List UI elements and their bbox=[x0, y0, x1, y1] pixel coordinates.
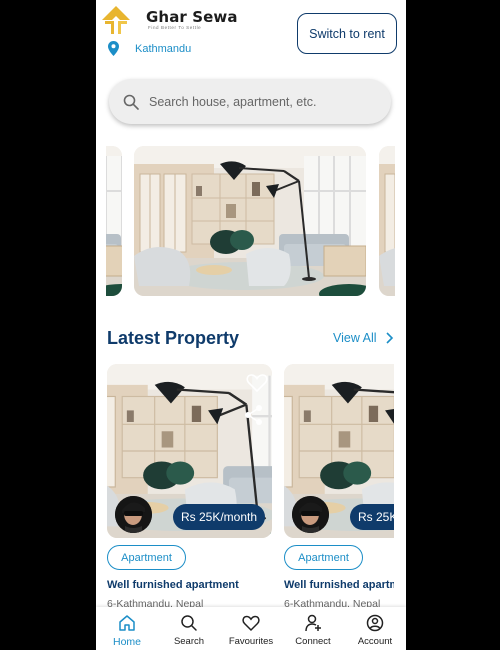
nav-label-connect: Connect bbox=[295, 636, 331, 647]
brand-name: Ghar Sewa bbox=[146, 8, 238, 26]
favourite-heart-icon[interactable] bbox=[246, 373, 268, 393]
price-badge: Rs 25K/month bbox=[173, 504, 266, 530]
nav-label-search: Search bbox=[173, 636, 205, 647]
carousel-slide-current[interactable] bbox=[134, 146, 366, 296]
ghar-sewa-logo-icon bbox=[102, 6, 130, 34]
switch-to-rent-button[interactable]: Switch to rent bbox=[297, 13, 397, 54]
section-title: Latest Property bbox=[107, 328, 240, 348]
home-icon bbox=[119, 615, 135, 631]
brand: Ghar Sewa Find Better To Settle bbox=[146, 8, 238, 30]
carousel-slide-next[interactable] bbox=[379, 146, 395, 296]
nav-item-search[interactable]: Search bbox=[158, 607, 220, 650]
owner-avatar[interactable] bbox=[115, 496, 152, 533]
search-bar[interactable] bbox=[109, 79, 391, 124]
share-icon[interactable] bbox=[244, 404, 264, 426]
location-pin-icon bbox=[108, 41, 119, 56]
nav-label-account: Account bbox=[357, 636, 393, 647]
chevron-right-icon bbox=[385, 332, 393, 344]
nav-item-account[interactable]: Account bbox=[344, 607, 406, 650]
property-type-chip[interactable]: Apartment bbox=[107, 545, 186, 570]
view-all-label: View All bbox=[333, 331, 377, 345]
price-badge: Rs 25K/month bbox=[350, 504, 394, 530]
heart-icon bbox=[242, 615, 260, 632]
location-label: Kathmandu bbox=[135, 42, 192, 55]
nav-item-favourites[interactable]: Favourites bbox=[220, 607, 282, 650]
property-type-chip[interactable]: Apartment bbox=[284, 545, 363, 570]
property-image[interactable]: Rs 25K/month bbox=[107, 364, 272, 538]
featured-carousel[interactable] bbox=[96, 146, 406, 296]
property-image[interactable]: Rs 25K/month bbox=[284, 364, 394, 538]
property-card[interactable]: Rs 25K/month Apartment Well furnished ap… bbox=[107, 364, 272, 610]
nav-item-home[interactable]: Home bbox=[96, 607, 158, 650]
room-photo bbox=[134, 146, 366, 296]
nav-label-home: Home bbox=[112, 636, 141, 648]
bottom-navigation: Home Search Favourites Connect Account bbox=[96, 607, 406, 650]
carousel-slide-previous[interactable] bbox=[106, 146, 122, 296]
property-card[interactable]: Rs 25K/month Apartment Well furnished ap… bbox=[284, 364, 406, 610]
location-selector[interactable]: Kathmandu bbox=[108, 41, 191, 56]
nav-item-connect[interactable]: Connect bbox=[282, 607, 344, 650]
account-icon bbox=[366, 614, 384, 632]
search-input[interactable] bbox=[149, 94, 369, 109]
search-icon bbox=[181, 615, 197, 631]
add-person-icon bbox=[305, 614, 321, 632]
property-title: Well furnished apartment bbox=[107, 579, 239, 591]
property-title: Well furnished apartment bbox=[284, 579, 394, 591]
app-screen: Ghar Sewa Find Better To Settle Switch t… bbox=[96, 0, 406, 650]
search-icon bbox=[123, 94, 139, 110]
view-all-link[interactable]: View All bbox=[333, 331, 394, 345]
nav-label-favourites: Favourites bbox=[228, 636, 274, 647]
owner-avatar[interactable] bbox=[292, 496, 329, 533]
